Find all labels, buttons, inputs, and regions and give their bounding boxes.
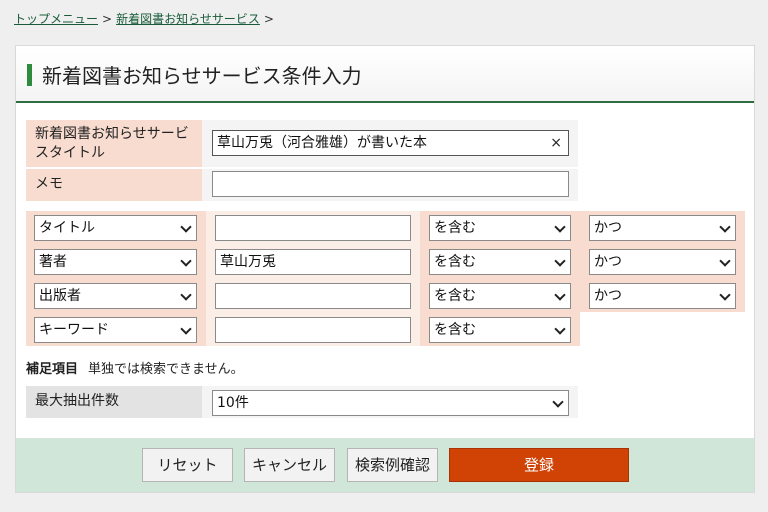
- supplementary-note: 補足項目 単独では検索できません。: [26, 358, 244, 377]
- service-title-value: 草山万兎（河合雅雄）が書いた本: [217, 135, 427, 151]
- condition-2-logic-value: かつ: [594, 254, 622, 270]
- condition-3-field-select[interactable]: 出版者: [34, 283, 197, 309]
- note-text: 単独では検索できません。: [88, 362, 244, 377]
- chevron-down-icon: [180, 289, 192, 301]
- condition-3-match-value: を含む: [434, 288, 476, 304]
- memo-input[interactable]: [212, 171, 569, 197]
- condition-1-field-select[interactable]: タイトル: [34, 215, 197, 241]
- condition-2-value-input[interactable]: 草山万兎: [215, 249, 411, 275]
- breadcrumb-current-link[interactable]: 新着図書お知らせサービス: [116, 12, 260, 26]
- condition-3-match-select[interactable]: を含む: [429, 283, 571, 309]
- clear-icon[interactable]: ×: [550, 131, 562, 155]
- breadcrumb-separator: >: [102, 12, 113, 26]
- chevron-down-icon: [180, 221, 192, 233]
- breadcrumb-separator: >: [263, 12, 274, 26]
- chevron-down-icon: [554, 289, 566, 301]
- chevron-down-icon: [719, 255, 731, 267]
- condition-3-logic-value: かつ: [594, 288, 622, 304]
- condition-4-field-value: キーワード: [39, 322, 109, 338]
- chevron-down-icon: [552, 396, 564, 408]
- condition-1-match-select[interactable]: を含む: [429, 215, 571, 241]
- condition-2-field-select[interactable]: 著者: [34, 249, 197, 275]
- condition-4-value-input[interactable]: [215, 317, 411, 343]
- chevron-down-icon: [554, 221, 566, 233]
- condition-1-match-value: を含む: [434, 220, 476, 236]
- preview-button[interactable]: 検索例確認: [347, 448, 438, 482]
- condition-2-match-select[interactable]: を含む: [429, 249, 571, 275]
- max-results-label: 最大抽出件数: [26, 386, 202, 418]
- condition-3-logic-select[interactable]: かつ: [589, 283, 736, 309]
- chevron-down-icon: [719, 289, 731, 301]
- chevron-down-icon: [554, 323, 566, 335]
- chevron-down-icon: [180, 255, 192, 267]
- condition-3-field-value: 出版者: [39, 288, 81, 304]
- condition-2-logic-select[interactable]: かつ: [589, 249, 736, 275]
- page-title: 新着図書お知らせサービス条件入力: [42, 64, 362, 88]
- condition-4-match-value: を含む: [434, 322, 476, 338]
- title-accent-bar: [27, 64, 32, 86]
- max-results-value: 10件: [217, 395, 249, 411]
- condition-2-match-value: を含む: [434, 254, 476, 270]
- submit-button[interactable]: 登録: [449, 448, 629, 482]
- breadcrumb: トップメニュー > 新着図書お知らせサービス >: [14, 10, 278, 27]
- condition-3-value-input[interactable]: [215, 283, 411, 309]
- reset-button[interactable]: リセット: [142, 448, 233, 482]
- chevron-down-icon: [180, 323, 192, 335]
- note-heading: 補足項目: [26, 362, 79, 377]
- condition-4-field-select[interactable]: キーワード: [34, 317, 197, 343]
- max-results-select[interactable]: 10件: [212, 390, 569, 416]
- condition-1-logic-select[interactable]: かつ: [589, 215, 736, 241]
- condition-1-field-value: タイトル: [39, 220, 95, 236]
- service-title-label: 新着図書お知らせサービスタイトル: [26, 120, 202, 167]
- chevron-down-icon: [719, 221, 731, 233]
- cancel-button[interactable]: キャンセル: [244, 448, 335, 482]
- condition-1-value-input[interactable]: [215, 215, 411, 241]
- form-panel: 新着図書お知らせサービス条件入力 新着図書お知らせサービスタイトル 草山万兎（河…: [15, 45, 755, 493]
- title-bar: 新着図書お知らせサービス条件入力: [16, 46, 754, 103]
- service-title-input[interactable]: 草山万兎（河合雅雄）が書いた本 ×: [212, 130, 569, 156]
- chevron-down-icon: [554, 255, 566, 267]
- condition-4-match-select[interactable]: を含む: [429, 317, 571, 343]
- button-bar: リセット キャンセル 検索例確認 登録: [16, 438, 754, 492]
- condition-1-logic-value: かつ: [594, 220, 622, 236]
- breadcrumb-home-link[interactable]: トップメニュー: [14, 12, 98, 26]
- memo-label: メモ: [26, 169, 202, 201]
- condition-2-field-value: 著者: [39, 254, 67, 270]
